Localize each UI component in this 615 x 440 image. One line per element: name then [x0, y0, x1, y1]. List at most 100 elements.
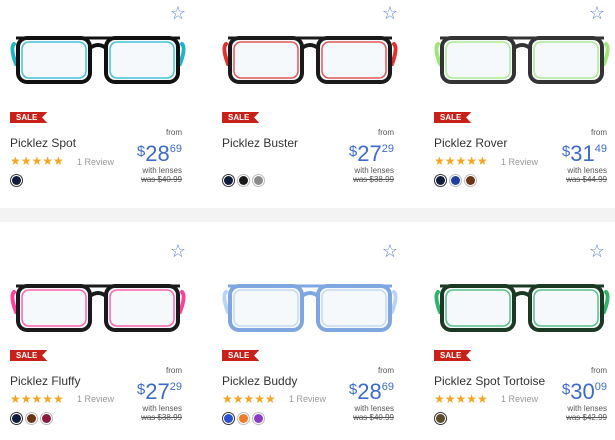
with-lenses-label: with lenses	[567, 166, 607, 175]
product-card[interactable]: ☆ SALE Picklez Buddy ★★★★★ 1 Review from…	[212, 222, 424, 440]
color-swatch[interactable]	[224, 414, 233, 423]
color-swatches	[434, 174, 477, 187]
sale-badge: SALE	[222, 350, 260, 361]
sale-badge: SALE	[434, 112, 472, 123]
color-swatch[interactable]	[451, 176, 460, 185]
price-amount: $2729	[102, 375, 182, 404]
price-dollars: 28	[145, 141, 170, 166]
price-amount: $3149	[527, 137, 607, 166]
rating-stars: ★★★★★	[10, 392, 64, 406]
price-currency: $	[348, 143, 358, 160]
glasses-image[interactable]	[8, 268, 188, 348]
product-grid: ☆ SALE Picklez Spot ★★★★★ 1 Review from …	[0, 0, 615, 440]
color-swatch[interactable]	[436, 414, 445, 423]
glasses-image[interactable]	[220, 268, 400, 348]
price-cents: 69	[381, 381, 394, 393]
color-swatch[interactable]	[27, 414, 36, 423]
glasses-image[interactable]	[8, 20, 188, 100]
was-price: was $40.99	[353, 413, 394, 422]
price-from-label: from	[591, 366, 607, 375]
price-block: from $3149 with lenses was $44.99	[527, 128, 607, 184]
sale-badge: SALE	[434, 350, 472, 361]
rating-stars: ★★★★★	[222, 392, 276, 406]
product-card[interactable]: ☆ SALE Picklez Fluffy ★★★★★ 1 Review fro…	[0, 222, 212, 440]
glasses-image[interactable]	[432, 268, 612, 348]
color-swatches	[222, 174, 265, 187]
product-card[interactable]: ☆ SALE Picklez Spot Tortoise ★★★★★ 1 Rev…	[424, 222, 615, 440]
color-swatches	[10, 412, 53, 425]
price-from-label: from	[378, 366, 394, 375]
favorite-star-icon[interactable]: ☆	[170, 242, 186, 260]
glasses-image[interactable]	[432, 20, 612, 100]
sale-badge: SALE	[222, 112, 260, 123]
color-swatch[interactable]	[224, 176, 233, 185]
price-currency: $	[348, 381, 358, 398]
price-dollars: 30	[570, 379, 595, 404]
price-amount: $2869	[314, 375, 394, 404]
was-price: was $42.99	[566, 413, 607, 422]
color-swatches	[434, 412, 447, 425]
price-cents: 69	[169, 143, 182, 155]
was-price: was $44.99	[566, 175, 607, 184]
color-swatch[interactable]	[239, 176, 248, 185]
color-swatch[interactable]	[254, 176, 263, 185]
color-swatch[interactable]	[12, 414, 21, 423]
price-cents: 49	[594, 143, 607, 155]
price-dollars: 27	[357, 141, 382, 166]
favorite-star-icon[interactable]: ☆	[589, 242, 605, 260]
was-price: was $40.99	[141, 175, 182, 184]
price-amount: $3009	[527, 375, 607, 404]
was-price: was $38.99	[353, 175, 394, 184]
sale-badge: SALE	[10, 112, 48, 123]
rating-stars: ★★★★★	[434, 154, 488, 168]
with-lenses-label: with lenses	[354, 166, 394, 175]
price-currency: $	[136, 143, 146, 160]
color-swatch[interactable]	[436, 176, 445, 185]
glasses-image[interactable]	[220, 20, 400, 100]
price-block: from $2729 with lenses was $38.99	[102, 366, 182, 422]
color-swatch[interactable]	[12, 176, 21, 185]
product-name[interactable]: Picklez Spot	[10, 136, 76, 150]
price-dollars: 28	[357, 379, 382, 404]
color-swatches	[222, 412, 265, 425]
price-dollars: 31	[570, 141, 595, 166]
favorite-star-icon[interactable]: ☆	[382, 242, 398, 260]
product-name[interactable]: Picklez Fluffy	[10, 374, 80, 388]
price-cents: 09	[594, 381, 607, 393]
color-swatch[interactable]	[42, 414, 51, 423]
with-lenses-label: with lenses	[142, 166, 182, 175]
was-price: was $38.99	[141, 413, 182, 422]
product-name[interactable]: Picklez Buddy	[222, 374, 297, 388]
with-lenses-label: with lenses	[354, 404, 394, 413]
with-lenses-label: with lenses	[142, 404, 182, 413]
product-name[interactable]: Picklez Buster	[222, 136, 298, 150]
color-swatches	[10, 174, 23, 187]
price-from-label: from	[166, 128, 182, 137]
sale-badge: SALE	[10, 350, 48, 361]
price-amount: $2869	[102, 137, 182, 166]
product-card[interactable]: ☆ SALE Picklez Buster from $2729 with le…	[212, 0, 424, 208]
price-amount: $2729	[314, 137, 394, 166]
price-from-label: from	[166, 366, 182, 375]
product-card[interactable]: ☆ SALE Picklez Spot ★★★★★ 1 Review from …	[0, 0, 212, 208]
price-cents: 29	[381, 143, 394, 155]
rating-stars: ★★★★★	[434, 392, 488, 406]
price-from-label: from	[591, 128, 607, 137]
price-currency: $	[561, 381, 571, 398]
price-block: from $2869 with lenses was $40.99	[102, 128, 182, 184]
color-swatch[interactable]	[239, 414, 248, 423]
price-dollars: 27	[145, 379, 170, 404]
price-from-label: from	[378, 128, 394, 137]
price-block: from $2869 with lenses was $40.99	[314, 366, 394, 422]
price-block: from $3009 with lenses was $42.99	[527, 366, 607, 422]
with-lenses-label: with lenses	[567, 404, 607, 413]
color-swatch[interactable]	[254, 414, 263, 423]
price-currency: $	[561, 143, 571, 160]
price-block: from $2729 with lenses was $38.99	[314, 128, 394, 184]
product-name[interactable]: Picklez Rover	[434, 136, 507, 150]
price-currency: $	[136, 381, 146, 398]
color-swatch[interactable]	[466, 176, 475, 185]
rating-stars: ★★★★★	[10, 154, 64, 168]
price-cents: 29	[169, 381, 182, 393]
product-card[interactable]: ☆ SALE Picklez Rover ★★★★★ 1 Review from…	[424, 0, 615, 208]
